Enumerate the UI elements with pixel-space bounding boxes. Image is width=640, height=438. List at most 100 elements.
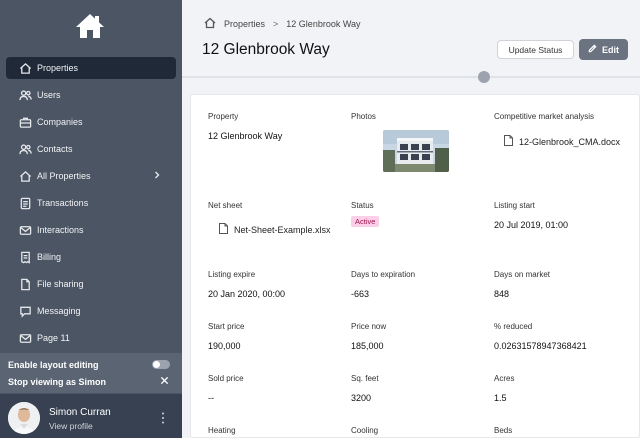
field-value: 20 Jul 2019, 01:00 xyxy=(494,220,569,230)
sidebar-item-properties[interactable]: Properties xyxy=(6,57,176,79)
main-content: Properties > 12 Glenbrook Way 12 Glenbro… xyxy=(182,0,640,438)
document-icon xyxy=(18,196,32,210)
close-icon[interactable] xyxy=(160,376,170,386)
cma-file-link[interactable]: 12-Glenbrook_CMA.docx xyxy=(504,135,620,148)
chevron-right-icon xyxy=(152,170,162,182)
more-options-icon[interactable] xyxy=(160,411,166,425)
file-icon xyxy=(18,277,32,291)
field-sq-feet: Sq. feet 3200 xyxy=(351,374,379,403)
page-title: 12 Glenbrook Way xyxy=(202,41,330,58)
chat-icon xyxy=(18,304,32,318)
slider-handle[interactable] xyxy=(478,71,490,83)
home-logo-icon[interactable] xyxy=(74,12,106,40)
sidebar-item-label: Messaging xyxy=(37,306,81,316)
sidebar: Properties Users Companies Contacts All … xyxy=(0,0,182,438)
field-acres: Acres 1.5 xyxy=(494,374,514,403)
breadcrumb-separator: > xyxy=(273,19,279,29)
field-sold-price: Sold price -- xyxy=(208,374,244,403)
field-cooling: Cooling xyxy=(351,426,378,435)
receipt-icon xyxy=(18,250,32,264)
briefcase-icon xyxy=(18,115,32,129)
field-label: Days to expiration xyxy=(351,270,416,279)
field-label: Start price xyxy=(208,322,245,331)
status-badge: Active xyxy=(351,216,380,227)
field-label: Listing start xyxy=(494,201,535,210)
sidebar-item-label: Users xyxy=(37,90,61,100)
sidebar-item-label: Transactions xyxy=(37,198,89,208)
stop-viewing-row[interactable]: Stop viewing as Simon xyxy=(8,375,176,389)
sidebar-item-users[interactable]: Users xyxy=(6,84,176,106)
sidebar-item-label: All Properties xyxy=(37,171,91,181)
field-days-to-expiration: Days to expiration -663 xyxy=(351,270,415,299)
field-value: 185,000 xyxy=(351,341,384,351)
field-label: Sq. feet xyxy=(351,374,379,383)
field-label: Beds xyxy=(494,426,513,435)
toggle-knob xyxy=(153,361,160,368)
home-icon[interactable] xyxy=(204,17,224,31)
file-name: Net-Sheet-Example.xlsx xyxy=(234,224,331,235)
slider-track[interactable] xyxy=(182,76,640,78)
field-value: 848 xyxy=(494,289,510,299)
home-icon xyxy=(18,169,32,183)
layout-editing-row: Enable layout editing xyxy=(8,358,176,372)
field-value: -663 xyxy=(351,289,370,299)
property-photo[interactable] xyxy=(383,130,449,172)
field-label: Price now xyxy=(351,322,387,331)
mail-icon xyxy=(18,331,32,345)
sidebar-item-contacts[interactable]: Contacts xyxy=(6,138,176,160)
layout-editing-label: Enable layout editing xyxy=(8,360,99,370)
sidebar-item-label: Properties xyxy=(37,63,79,73)
field-value: -- xyxy=(208,393,214,403)
breadcrumb-link-properties[interactable]: Properties xyxy=(224,19,265,29)
edit-label: Edit xyxy=(602,44,619,55)
sidebar-item-companies[interactable]: Companies xyxy=(6,111,176,133)
field-value: 20 Jan 2020, 00:00 xyxy=(208,289,286,299)
pencil-icon xyxy=(588,44,602,55)
view-profile-link[interactable]: View profile xyxy=(49,421,93,431)
user-profile[interactable]: Simon Curran View profile xyxy=(0,394,182,438)
admin-panel: Enable layout editing Stop viewing as Si… xyxy=(0,353,182,393)
breadcrumb-current: 12 Glenbrook Way xyxy=(286,19,361,29)
field-days-on-market: Days on market 848 xyxy=(494,270,550,299)
field-value: 190,000 xyxy=(208,341,241,351)
field-start-price: Start price 190,000 xyxy=(208,322,244,351)
field-cma: Competitive market analysis 12-Glenbrook… xyxy=(494,112,620,148)
sidebar-item-label: Contacts xyxy=(37,144,73,154)
edit-button[interactable]: Edit xyxy=(579,39,628,60)
field-value: 3200 xyxy=(351,393,372,403)
field-beds: Beds xyxy=(494,426,512,435)
field-price-now: Price now 185,000 xyxy=(351,322,386,351)
field-value: 0.02631578947368421 xyxy=(494,341,587,351)
document-icon xyxy=(219,223,234,236)
stop-viewing-label: Stop viewing as Simon xyxy=(8,377,107,387)
sidebar-item-billing[interactable]: Billing xyxy=(6,246,176,268)
net-sheet-file-link[interactable]: Net-Sheet-Example.xlsx xyxy=(219,223,331,236)
field-label: Listing expire xyxy=(208,270,256,279)
field-label: Property xyxy=(208,112,239,121)
field-photos: Photos xyxy=(351,112,376,121)
sidebar-item-messaging[interactable]: Messaging xyxy=(6,300,176,322)
field-label: Competitive market analysis xyxy=(494,112,595,121)
field-label: Net sheet xyxy=(208,201,243,210)
avatar[interactable] xyxy=(8,402,40,434)
sidebar-item-label: Page 11 xyxy=(37,333,70,343)
sidebar-item-interactions[interactable]: Interactions xyxy=(6,219,176,241)
field-status: Status Active xyxy=(351,201,380,227)
sidebar-item-label: Companies xyxy=(37,117,83,127)
field-value: 12 Glenbrook Way xyxy=(208,131,283,141)
sidebar-item-file-sharing[interactable]: File sharing xyxy=(6,273,176,295)
sidebar-item-transactions[interactable]: Transactions xyxy=(6,192,176,214)
sidebar-item-page-11[interactable]: Page 11 xyxy=(6,327,176,349)
sidebar-item-all-properties[interactable]: All Properties xyxy=(6,165,176,187)
field-property: Property 12 Glenbrook Way xyxy=(208,112,282,141)
field-label: Heating xyxy=(208,426,236,435)
sidebar-item-label: Billing xyxy=(37,252,62,262)
field-listing-start: Listing start 20 Jul 2019, 01:00 xyxy=(494,201,568,230)
field-label: Photos xyxy=(351,112,376,121)
field-label: Status xyxy=(351,201,374,210)
layout-editing-toggle[interactable] xyxy=(152,360,170,369)
sidebar-item-label: Interactions xyxy=(37,225,84,235)
field-value: 1.5 xyxy=(494,393,507,403)
field-label: Days on market xyxy=(494,270,551,279)
update-status-button[interactable]: Update Status xyxy=(497,40,574,59)
